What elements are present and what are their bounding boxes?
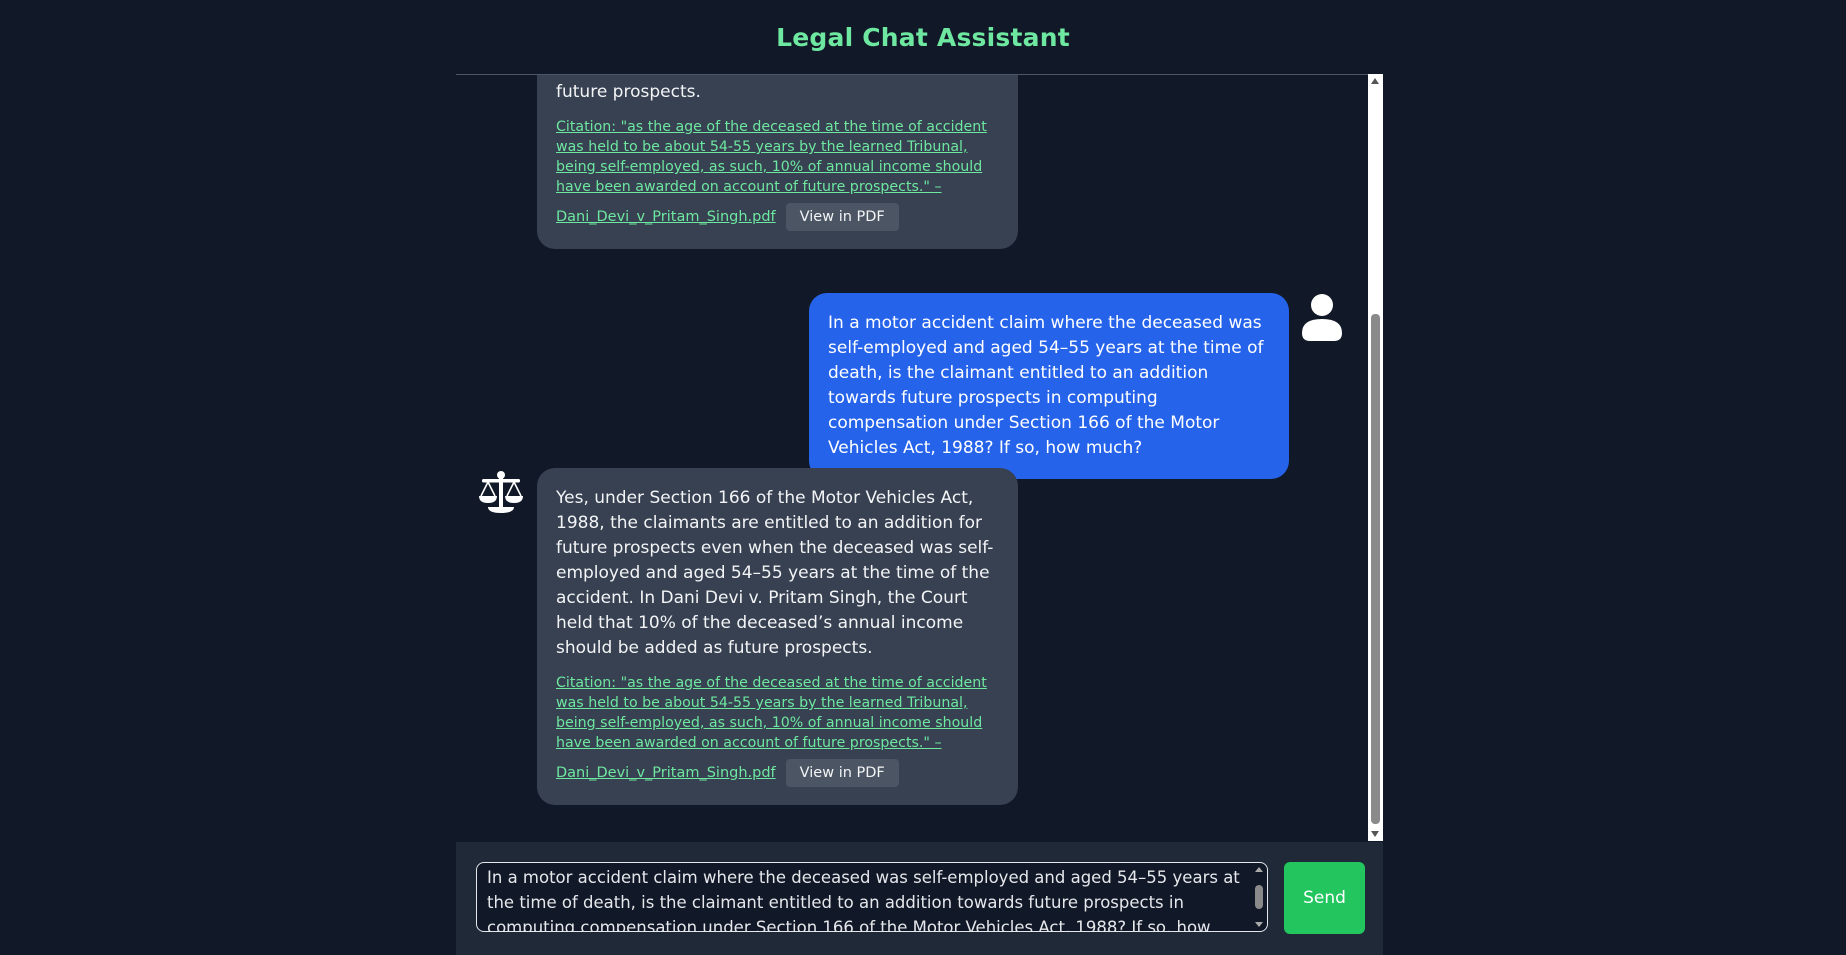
message-text: In a motor accident claim where the dece…	[828, 313, 1264, 458]
scroll-up-icon[interactable]	[1371, 78, 1379, 84]
input-scrollbar-thumb[interactable]	[1255, 885, 1263, 909]
citation-link[interactable]: Citation: "as the age of the deceased at…	[556, 673, 999, 753]
chat-scrollbar[interactable]	[1368, 74, 1383, 841]
scales-of-justice-icon	[479, 471, 523, 513]
message-text: the deceased’s annual income should be a…	[556, 75, 988, 102]
scroll-down-icon[interactable]	[1371, 831, 1379, 837]
assistant-message: the deceased’s annual income should be a…	[537, 75, 1018, 249]
citation-link[interactable]: Citation: "as the age of the deceased at…	[556, 117, 999, 197]
file-row: Dani_Devi_v_Pritam_Singh.pdf View in PDF	[556, 759, 999, 787]
user-message: In a motor accident claim where the dece…	[809, 293, 1289, 479]
send-button[interactable]: Send	[1284, 862, 1365, 934]
input-scrollbar[interactable]	[1253, 865, 1265, 929]
composer: In a motor accident claim where the dece…	[456, 842, 1383, 955]
chat-panel[interactable]: the deceased’s annual income should be a…	[456, 74, 1383, 842]
pdf-file-link[interactable]: Dani_Devi_v_Pritam_Singh.pdf	[556, 761, 776, 786]
pdf-file-link[interactable]: Dani_Devi_v_Pritam_Singh.pdf	[556, 205, 776, 230]
scroll-up-icon[interactable]	[1255, 867, 1263, 872]
page-title: Legal Chat Assistant	[776, 22, 1070, 52]
app-header: Legal Chat Assistant	[0, 0, 1846, 74]
message-text: Yes, under Section 166 of the Motor Vehi…	[556, 488, 994, 658]
message-input-value: In a motor accident claim where the dece…	[487, 868, 1240, 932]
view-in-pdf-button[interactable]: View in PDF	[785, 203, 899, 231]
scroll-down-icon[interactable]	[1255, 922, 1263, 927]
file-row: Dani_Devi_v_Pritam_Singh.pdf View in PDF	[556, 203, 999, 231]
assistant-message: Yes, under Section 166 of the Motor Vehi…	[537, 468, 1018, 805]
user-icon	[1302, 294, 1342, 341]
view-in-pdf-button[interactable]: View in PDF	[785, 759, 899, 787]
scrollbar-thumb[interactable]	[1371, 314, 1380, 824]
message-input[interactable]: In a motor accident claim where the dece…	[476, 862, 1268, 932]
